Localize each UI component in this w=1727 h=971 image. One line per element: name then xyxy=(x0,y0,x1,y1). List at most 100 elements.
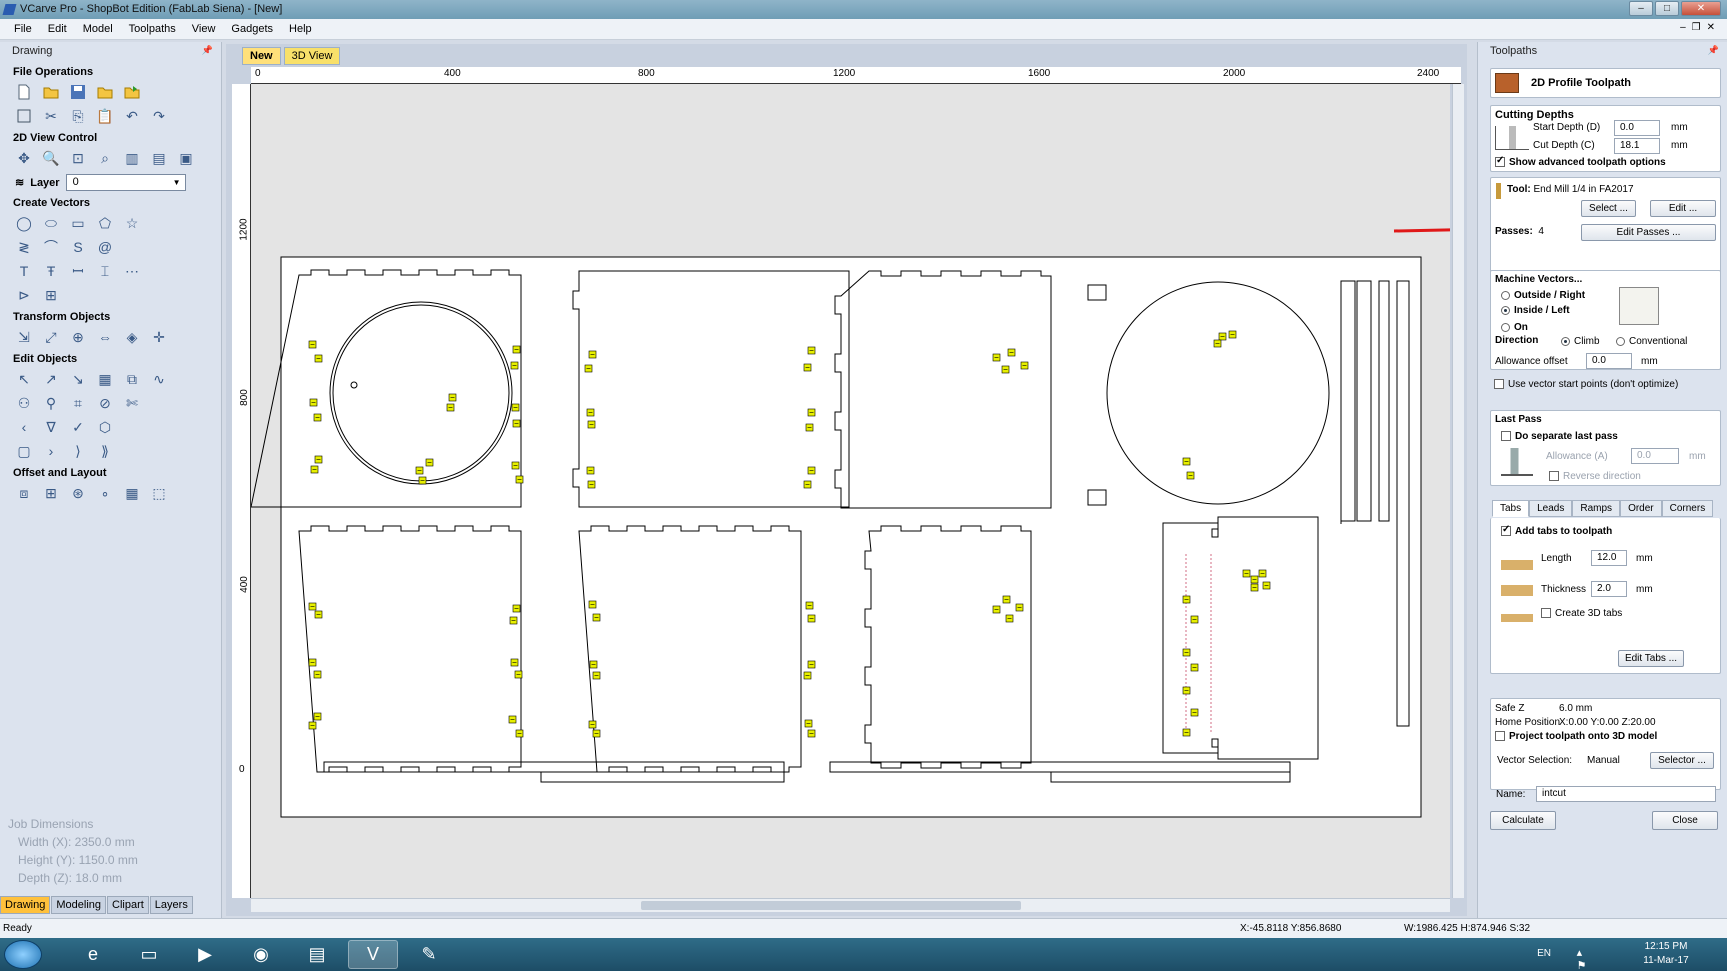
radio-icon[interactable] xyxy=(1501,290,1510,300)
reverse-direction-checkbox[interactable]: Reverse direction xyxy=(1549,471,1641,482)
view-toggle-icon[interactable]: ▥ xyxy=(121,148,143,168)
boundary-icon[interactable]: ▢ xyxy=(13,441,35,461)
app-icon[interactable]: ✎ xyxy=(404,940,454,969)
menu-view[interactable]: View xyxy=(184,23,224,35)
tab-new[interactable]: New xyxy=(242,47,281,65)
job-setup-icon[interactable] xyxy=(13,106,35,126)
undo-icon[interactable]: ↶ xyxy=(121,106,143,126)
group-icon[interactable]: ▦ xyxy=(94,369,116,389)
close-vector-icon[interactable]: ⬡ xyxy=(94,417,116,437)
zoom-all-icon[interactable]: ⊡ xyxy=(67,148,89,168)
checkbox-icon[interactable] xyxy=(1495,155,1505,168)
zoom-box-icon[interactable]: ⌕ xyxy=(94,148,116,168)
move-icon[interactable]: ⇲ xyxy=(13,327,35,347)
save-app-icon[interactable]: ▤ xyxy=(292,940,342,969)
copy-along-icon[interactable]: ∘ xyxy=(94,483,116,503)
center-icon[interactable]: ✛ xyxy=(148,327,170,347)
start-depth-input[interactable]: 0.0 xyxy=(1614,120,1660,136)
array-icon[interactable]: ⊛ xyxy=(67,483,89,503)
copy-icon[interactable]: ⎘ xyxy=(67,106,89,126)
tab-tabs[interactable]: Tabs xyxy=(1492,500,1530,517)
open-file-icon[interactable] xyxy=(40,82,62,102)
checkbox-icon[interactable] xyxy=(1501,431,1511,442)
chrome-icon[interactable]: ◉ xyxy=(236,940,286,969)
pin-icon[interactable]: 📌 xyxy=(202,45,213,56)
close-window-button[interactable]: ✕ xyxy=(1681,1,1721,16)
fillet-icon[interactable]: ‹ xyxy=(13,417,35,437)
circle-icon[interactable]: ◯ xyxy=(13,213,35,233)
dogbone-icon[interactable]: ∇ xyxy=(40,417,62,437)
allowance-a-input[interactable]: 0.0 xyxy=(1631,448,1679,464)
clock-date[interactable]: 11-Mar-17 xyxy=(1631,955,1701,966)
weld-icon[interactable]: ⚇ xyxy=(13,393,35,413)
tab-leads[interactable]: Leads xyxy=(1529,500,1573,517)
selector-button[interactable]: Selector ... xyxy=(1650,752,1714,769)
radio-icon[interactable] xyxy=(1616,336,1625,346)
trace-icon[interactable]: ⊞ xyxy=(40,285,62,305)
outside-right-radio[interactable]: Outside / Right xyxy=(1501,290,1585,301)
distort-icon[interactable]: ◈ xyxy=(121,327,143,347)
menu-gadgets[interactable]: Gadgets xyxy=(223,23,281,35)
import-icon[interactable] xyxy=(94,82,116,102)
thickness-input[interactable]: 2.0 xyxy=(1591,581,1627,597)
start-button[interactable] xyxy=(4,940,42,969)
polyline-icon[interactable]: ≷ xyxy=(13,237,35,257)
scissors-icon[interactable]: ✄ xyxy=(121,393,143,413)
toolpath-name-input[interactable]: intcut xyxy=(1536,786,1716,802)
cut-icon[interactable]: ✂ xyxy=(40,106,62,126)
project-3d-checkbox[interactable]: Project toolpath onto 3D model xyxy=(1495,731,1657,742)
text-icon[interactable]: T xyxy=(13,261,35,281)
close-button[interactable]: Close xyxy=(1652,811,1718,830)
calculate-button[interactable]: Calculate xyxy=(1490,811,1556,830)
interactive-select-icon[interactable]: ↘ xyxy=(67,369,89,389)
knife-icon[interactable]: ⊘ xyxy=(94,393,116,413)
mdi-controls[interactable]: –❐✕ xyxy=(1680,22,1721,33)
file-explorer-icon[interactable]: ▭ xyxy=(124,940,174,969)
paste-icon[interactable]: 📋 xyxy=(94,106,116,126)
smooth-icon[interactable]: ∿ xyxy=(148,369,170,389)
trim-icon[interactable]: ⌗ xyxy=(67,393,89,413)
vcarve-icon[interactable]: V xyxy=(348,940,398,969)
align-icon[interactable]: ⊕ xyxy=(67,327,89,347)
show-advanced-checkbox[interactable]: Show advanced toolpath options xyxy=(1495,155,1666,168)
tab-corners[interactable]: Corners xyxy=(1661,500,1714,517)
vertical-scrollbar[interactable] xyxy=(1452,84,1464,898)
cut-depth-input[interactable]: 18.1 xyxy=(1614,138,1660,154)
pin-icon[interactable]: 📌 xyxy=(1708,45,1719,56)
text-on-curve-icon[interactable]: ꟷ xyxy=(67,261,89,281)
grid-array-icon[interactable]: ▦ xyxy=(121,483,143,503)
menu-file[interactable]: File xyxy=(6,23,40,35)
use-start-points-checkbox[interactable]: Use vector start points (don't optimize) xyxy=(1494,379,1678,390)
export-icon[interactable] xyxy=(121,82,143,102)
zoom-icon[interactable]: 🔍 xyxy=(40,148,62,168)
tab-3d-view[interactable]: 3D View xyxy=(283,47,341,65)
offset-curve-icon[interactable]: ⟩ xyxy=(67,441,89,461)
minimize-button[interactable]: – xyxy=(1629,1,1653,16)
tab-modeling[interactable]: Modeling xyxy=(51,896,106,914)
tab-clipart[interactable]: Clipart xyxy=(107,896,149,914)
star-icon[interactable]: ☆ xyxy=(121,213,143,233)
draw-icon[interactable]: ⊳ xyxy=(13,285,35,305)
redo-icon[interactable]: ↷ xyxy=(148,106,170,126)
node-edit-icon[interactable]: ↗ xyxy=(40,369,62,389)
ellipse-icon[interactable]: ⬭ xyxy=(40,213,62,233)
mirror-icon[interactable]: ⇔ xyxy=(94,327,116,347)
select-tool-button[interactable]: Select ... xyxy=(1581,200,1636,217)
scroll-thumb[interactable] xyxy=(641,901,1021,910)
save-icon[interactable] xyxy=(67,82,89,102)
text-frame-icon[interactable]: Ŧ xyxy=(40,261,62,281)
design-vectors[interactable] xyxy=(251,84,1450,898)
scale-icon[interactable]: ⤢ xyxy=(40,327,62,347)
climb-radio[interactable]: Climb xyxy=(1561,336,1600,347)
create-3d-tabs-checkbox[interactable]: Create 3D tabs xyxy=(1541,608,1622,619)
edit-tool-button[interactable]: Edit ... xyxy=(1650,200,1716,217)
extend-icon[interactable]: ✓ xyxy=(67,417,89,437)
radio-icon[interactable] xyxy=(1561,336,1570,346)
menu-toolpaths[interactable]: Toolpaths xyxy=(121,23,184,35)
radio-icon[interactable] xyxy=(1501,322,1510,332)
maximize-button[interactable]: □ xyxy=(1655,1,1679,16)
tab-layers[interactable]: Layers xyxy=(149,896,193,914)
curve-icon[interactable]: S xyxy=(67,237,89,257)
horizontal-scrollbar[interactable] xyxy=(251,898,1450,912)
fit-curve-icon[interactable]: › xyxy=(40,441,62,461)
